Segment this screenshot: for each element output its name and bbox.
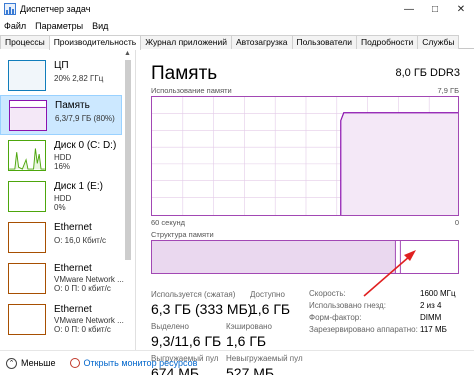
sidebar: ЦП 20% 2,82 ГГц Память 6,3/7,9 ГБ (80%) … bbox=[0, 50, 136, 350]
sidebar-item-disk-1[interactable]: Диск 1 (E:) HDD 0% bbox=[0, 177, 122, 217]
ethernet-thumbnail bbox=[8, 304, 46, 335]
close-button[interactable]: ✕ bbox=[448, 0, 474, 18]
menu-view[interactable]: Вид bbox=[92, 21, 108, 31]
usage-graph-max: 7,9 ГБ bbox=[437, 86, 460, 95]
committed-label: Выделено bbox=[151, 322, 189, 331]
open-resource-monitor-link[interactable]: Открыть монитор ресурсов bbox=[69, 358, 198, 368]
sidebar-item-detail: О: 16,0 Кбит/с bbox=[54, 236, 107, 245]
sidebar-item-detail: О: 0 П: 0 кбит/с bbox=[54, 284, 111, 293]
form-factor-value: DIMM bbox=[420, 313, 442, 322]
sidebar-item-cpu[interactable]: ЦП 20% 2,82 ГГц bbox=[0, 56, 122, 96]
sidebar-item-detail: 16% bbox=[54, 162, 71, 171]
memory-panel: Память 8,0 ГБ DDR3 Использование памяти … bbox=[148, 50, 466, 375]
sidebar-item-detail: VMware Network ... bbox=[54, 275, 124, 284]
footer: ⌃ Меньше Открыть монитор ресурсов bbox=[0, 350, 474, 375]
tab-app-history[interactable]: Журнал приложений bbox=[140, 35, 232, 49]
memory-structure-bar bbox=[151, 240, 459, 274]
graph-zero-label: 0 bbox=[454, 218, 459, 227]
disk-1-thumbnail bbox=[8, 181, 46, 212]
hardware-reserved-value: 117 МБ bbox=[420, 325, 447, 334]
chevron-up-icon: ⌃ bbox=[6, 357, 17, 369]
sidebar-item-detail: 20% 2,82 ГГц bbox=[54, 74, 104, 83]
cached-value: 1,6 ГБ bbox=[226, 333, 267, 349]
hardware-reserved-label: Зарезервировано аппаратно: bbox=[309, 325, 418, 334]
tab-users[interactable]: Пользователи bbox=[291, 35, 358, 49]
tab-details[interactable]: Подробности bbox=[356, 35, 419, 49]
sidebar-item-ethernet-1[interactable]: Ethernet О: 16,0 Кбит/с bbox=[0, 218, 122, 258]
tab-startup[interactable]: Автозагрузка bbox=[230, 35, 293, 49]
fewer-details-button[interactable]: ⌃ Меньше bbox=[6, 357, 56, 369]
sidebar-item-ethernet-3[interactable]: Ethernet VMware Network ... О: 0 П: 0 кб… bbox=[0, 300, 124, 340]
scrollbar-thumb[interactable] bbox=[125, 60, 131, 260]
sidebar-item-label: Ethernet bbox=[54, 304, 92, 315]
sidebar-item-detail: 6,3/7,9 ГБ (80%) bbox=[55, 114, 115, 123]
speed-value: 1600 МГц bbox=[420, 289, 456, 298]
sidebar-item-ethernet-2[interactable]: Ethernet VMware Network ... О: 0 П: 0 кб… bbox=[0, 259, 124, 299]
cached-label: Кэшировано bbox=[226, 322, 273, 331]
available-label: Доступно bbox=[250, 290, 285, 299]
tab-bar: Процессы Производительность Журнал прило… bbox=[0, 35, 474, 50]
resource-monitor-label: Открыть монитор ресурсов bbox=[83, 358, 198, 368]
slots-label: Использовано гнезд: bbox=[309, 301, 386, 310]
committed-value: 9,3/11,6 ГБ bbox=[151, 333, 222, 349]
memory-spec: 8,0 ГБ DDR3 bbox=[395, 67, 460, 79]
sidebar-item-detail: HDD bbox=[54, 153, 72, 162]
tab-processes[interactable]: Процессы bbox=[0, 35, 50, 49]
sidebar-item-label: Ethernet bbox=[54, 222, 92, 233]
disk-0-thumbnail bbox=[8, 140, 46, 171]
fewer-details-label: Меньше bbox=[21, 358, 56, 368]
sidebar-item-disk-0[interactable]: Диск 0 (C: D:) HDD 16% bbox=[0, 136, 122, 176]
task-manager-icon bbox=[4, 3, 16, 15]
tab-services[interactable]: Службы bbox=[417, 35, 460, 49]
menu-file[interactable]: Файл bbox=[4, 21, 26, 31]
ethernet-thumbnail bbox=[8, 263, 46, 294]
page-title: Память bbox=[151, 63, 218, 84]
sidebar-item-detail: HDD bbox=[54, 194, 72, 203]
sidebar-item-memory[interactable]: Память 6,3/7,9 ГБ (80%) bbox=[0, 95, 122, 135]
in-use-label: Используется (сжатая) bbox=[151, 290, 236, 299]
tab-performance[interactable]: Производительность bbox=[48, 35, 142, 50]
resource-monitor-icon bbox=[69, 358, 80, 368]
menu-bar: Файл Параметры Вид bbox=[0, 18, 474, 33]
structure-label: Структура памяти bbox=[151, 230, 214, 239]
sidebar-item-label: Диск 0 (C: D:) bbox=[54, 140, 117, 151]
sidebar-scrollbar[interactable]: ▲ bbox=[123, 50, 133, 350]
memory-usage-graph bbox=[151, 96, 459, 216]
ethernet-thumbnail bbox=[8, 222, 46, 253]
form-factor-label: Форм-фактор: bbox=[309, 313, 362, 322]
maximize-button[interactable]: □ bbox=[422, 0, 448, 18]
sidebar-item-detail: 0% bbox=[54, 203, 66, 212]
time-axis-label: 60 секунд bbox=[151, 218, 185, 227]
speed-label: Скорость: bbox=[309, 289, 346, 298]
menu-options[interactable]: Параметры bbox=[35, 21, 83, 31]
sidebar-item-label: ЦП bbox=[54, 60, 69, 71]
cpu-thumbnail bbox=[8, 60, 46, 91]
sidebar-item-label: Диск 1 (E:) bbox=[54, 181, 103, 192]
available-value: 1,6 ГБ bbox=[250, 301, 291, 317]
minimize-button[interactable]: — bbox=[396, 0, 422, 18]
memory-thumbnail bbox=[9, 100, 47, 131]
title-bar: Диспетчер задач — □ ✕ bbox=[0, 0, 474, 18]
window-title: Диспетчер задач bbox=[20, 4, 91, 14]
sidebar-item-detail: VMware Network ... bbox=[54, 316, 124, 325]
slots-value: 2 из 4 bbox=[420, 301, 442, 310]
sidebar-item-label: Память bbox=[55, 100, 90, 111]
in-use-value: 6,3 ГБ (333 МБ) bbox=[151, 301, 253, 317]
scroll-up-icon[interactable]: ▲ bbox=[124, 50, 131, 57]
sidebar-item-label: Ethernet bbox=[54, 263, 92, 274]
sidebar-item-detail: О: 0 П: 0 кбит/с bbox=[54, 325, 111, 334]
usage-graph-label: Использование памяти bbox=[151, 86, 232, 95]
